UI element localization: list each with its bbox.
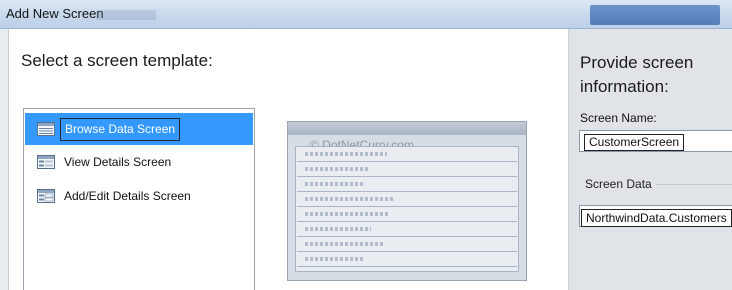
preview-row [297,162,517,177]
screen-info-heading: Provide screen information: [580,53,694,96]
preview-row [297,177,517,192]
template-heading: Select a screen template: [21,51,213,70]
preview-header [288,122,526,135]
window-title: Add New Screen [6,6,104,21]
template-list[interactable]: Browse Data Screen View Details Screen A… [23,108,255,290]
template-label: Add/Edit Details Screen [64,189,191,203]
screen-name-label: Screen Name: [580,111,657,125]
grid-list-icon [37,122,55,136]
screen-data-dropdown[interactable]: NorthwindData.Customers [579,205,732,227]
preview-row [297,237,517,252]
screen-info-panel: Provide screen information: Screen Name:… [568,29,732,290]
preview-row [297,222,517,237]
titlebar-background-ghost [96,10,156,20]
template-item-view-details[interactable]: View Details Screen [25,146,253,178]
template-item-browse-data[interactable]: Browse Data Screen [25,113,253,145]
title-bar: Add New Screen [0,0,732,29]
template-preview: © DotNetCurry.com [287,121,527,281]
template-label: View Details Screen [64,155,172,169]
preview-row [297,147,517,162]
template-label: Browse Data Screen [60,118,181,141]
preview-row [297,207,517,222]
preview-row [297,192,517,207]
titlebar-background-ghost-button [590,5,720,25]
screen-name-value: CustomerScreen [584,134,685,151]
screen-data-divider [656,184,732,185]
screen-data-value: NorthwindData.Customers [581,209,732,227]
template-item-add-edit-details[interactable]: Add/Edit Details Screen [25,180,253,212]
preview-grid [295,146,519,272]
template-section: Select a screen template: Browse Data Sc… [8,29,568,290]
preview-row [297,252,517,267]
edit-details-icon [37,189,55,203]
screen-data-label: Screen Data [585,177,652,191]
screen-name-input[interactable]: CustomerScreen [579,130,732,152]
details-icon [37,155,55,169]
